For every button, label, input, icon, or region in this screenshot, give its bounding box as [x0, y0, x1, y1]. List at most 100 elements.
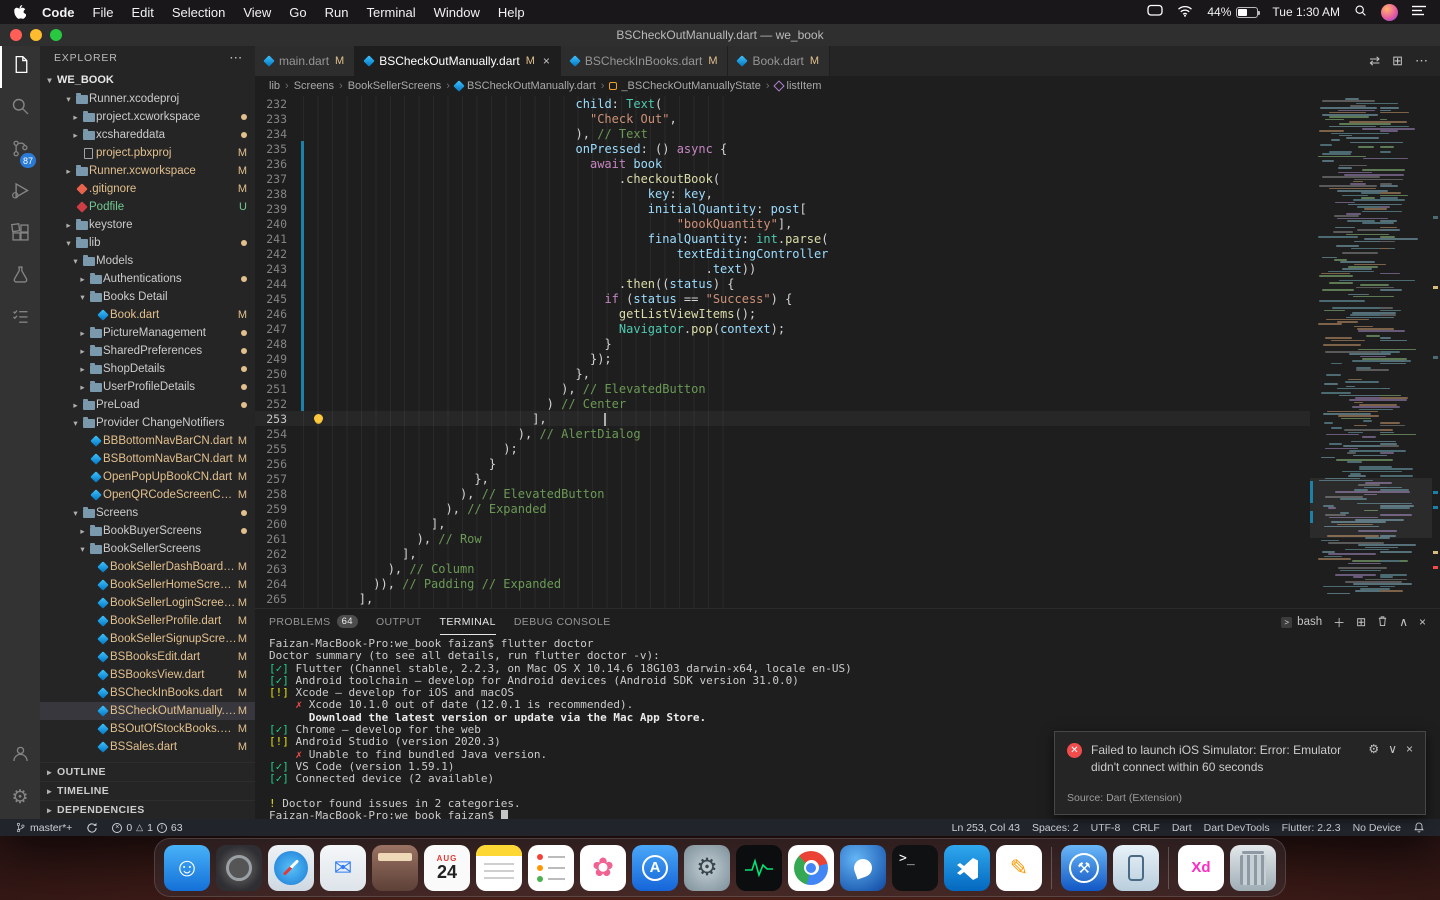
panel-tab-debug-console[interactable]: DEBUG CONSOLE	[514, 609, 611, 635]
tree-item[interactable]: ▾ Models	[40, 252, 255, 270]
explorer-more-actions-icon[interactable]: ⋯	[229, 50, 243, 66]
activity-bar-checklist[interactable]	[0, 298, 40, 340]
code-line[interactable]: 258 ), // ElevatedButton	[255, 486, 1310, 501]
dock-item-activity-monitor[interactable]	[736, 844, 782, 891]
code-line[interactable]: 238 key: key,	[255, 186, 1310, 201]
code-line[interactable]: 261 ), // Row	[255, 531, 1310, 546]
dock-item-finder[interactable]: ☺	[164, 844, 210, 891]
maximize-panel-icon[interactable]: ∧	[1399, 615, 1408, 629]
tree-item[interactable]: BBBottomNavBarCN.dart M	[40, 432, 255, 450]
tree-item[interactable]: Book.dart M	[40, 306, 255, 324]
dock-item-launchpad[interactable]	[216, 844, 262, 891]
dock-item-system-preferences[interactable]: ⚙	[684, 844, 730, 891]
code-line[interactable]: 236 await book	[255, 156, 1310, 171]
terminal-shell-selector[interactable]: > bash	[1281, 616, 1322, 628]
tree-item[interactable]: BookSellerDashBoard.dart M	[40, 558, 255, 576]
tab-BSCheckOutManually.dart[interactable]: BSCheckOutManually.dart M ×	[355, 46, 561, 76]
notifications-bell-icon[interactable]	[1408, 821, 1430, 834]
tree-item[interactable]: ▸ Authentications	[40, 270, 255, 288]
code-line[interactable]: 250 },	[255, 366, 1310, 381]
tree-item[interactable]: .gitignore M	[40, 180, 255, 198]
tree-item[interactable]: ▸ UserProfileDetails	[40, 378, 255, 396]
code-line[interactable]: 233 "Check Out",	[255, 111, 1310, 126]
tree-item[interactable]: ▾ Screens	[40, 504, 255, 522]
panel-tab-output[interactable]: OUTPUT	[376, 609, 422, 635]
spotlight-icon[interactable]	[1354, 4, 1367, 20]
activity-bar-accounts[interactable]	[0, 735, 40, 777]
status-cursor-position[interactable]: Ln 253, Col 43	[947, 822, 1025, 834]
status-eol[interactable]: CRLF	[1127, 822, 1164, 834]
activity-bar-testing[interactable]	[0, 256, 40, 298]
status-dart-devtools[interactable]: Dart DevTools	[1199, 822, 1275, 834]
dock-item-app-store[interactable]: A	[632, 844, 678, 891]
menubar-item-window[interactable]: Window	[434, 5, 480, 20]
code-lines[interactable]: 232 child: Text(233 "Check Out", 234 ), /…	[255, 96, 1310, 608]
code-line[interactable]: 242 textEditingController	[255, 246, 1310, 261]
kill-terminal-icon[interactable]	[1377, 615, 1388, 630]
activity-bar-search[interactable]	[0, 88, 40, 130]
tab-Book.dart[interactable]: Book.dart M	[728, 46, 831, 76]
activity-bar-extensions[interactable]	[0, 214, 40, 256]
tree-item[interactable]: ▸ project.xcworkspace	[40, 108, 255, 126]
tree-item[interactable]: ▾ lib	[40, 234, 255, 252]
menubar-clock[interactable]: Tue 1:30 AM	[1272, 5, 1340, 19]
tree-item[interactable]: BSCheckInBooks.dart M	[40, 684, 255, 702]
panel-tab-problems[interactable]: PROBLEMS 64	[269, 609, 358, 635]
code-line[interactable]: 262 ],	[255, 546, 1310, 561]
tree-item[interactable]: ▸ PreLoad	[40, 396, 255, 414]
breadcrumb-item[interactable]: BSCheckOutManually.dart	[453, 80, 596, 92]
tree-item[interactable]: ▸ ShopDetails	[40, 360, 255, 378]
code-line[interactable]: 232 child: Text(	[255, 96, 1310, 111]
sidebar-section-outline[interactable]: ▸ OUTLINE	[40, 762, 255, 781]
dock-item-mail[interactable]: ✉	[320, 844, 366, 891]
activity-bar-explorer[interactable]	[0, 46, 40, 88]
menubar-item-help[interactable]: Help	[498, 5, 525, 20]
dock-item-terminal[interactable]: >_	[892, 844, 938, 891]
git-branch-indicator[interactable]: master*+	[10, 821, 77, 834]
close-panel-icon[interactable]: ×	[1419, 615, 1426, 629]
code-line[interactable]: 246 getListViewItems();	[255, 306, 1310, 321]
menubar-item-go[interactable]: Go	[289, 5, 306, 20]
code-line[interactable]: 239 initialQuantity: post[	[255, 201, 1310, 216]
code-line[interactable]: 256 }	[255, 456, 1310, 471]
more-actions-icon[interactable]: ⋯	[1415, 53, 1428, 69]
status-language-mode[interactable]: Dart	[1167, 822, 1197, 834]
code-line[interactable]: 241 finalQuantity: int.parse(	[255, 231, 1310, 246]
menubar-item-code[interactable]: Code	[42, 5, 75, 20]
status-flutter-version[interactable]: Flutter: 2.2.3	[1277, 822, 1346, 834]
breadcrumb-item[interactable]: Screens	[294, 80, 334, 92]
dock-item-chrome[interactable]	[788, 844, 834, 891]
sync-changes-button[interactable]	[81, 822, 103, 834]
notification-chevron-down-icon[interactable]: ∨	[1388, 742, 1397, 756]
code-line[interactable]: 254 ), // AlertDialog	[255, 426, 1310, 441]
menubar-item-file[interactable]: File	[93, 5, 114, 20]
apple-menu-icon[interactable]	[14, 5, 26, 19]
dock-item-pages[interactable]: ✎	[996, 844, 1042, 891]
code-line[interactable]: 235 onPressed: () async {	[255, 141, 1310, 156]
tab-main.dart[interactable]: main.dart M	[255, 46, 356, 76]
status-encoding[interactable]: UTF-8	[1086, 822, 1126, 834]
activity-bar-source-control[interactable]: 87	[0, 130, 40, 172]
control-center-icon[interactable]	[1412, 5, 1426, 19]
dock-item-adobe-xd[interactable]: Xd	[1178, 844, 1224, 891]
window-title-bar[interactable]: BSCheckOutManually.dart — we_book	[0, 24, 1440, 46]
tree-item[interactable]: BSBottomNavBarCN.dart M	[40, 450, 255, 468]
code-line[interactable]: 240 "bookQuantity"],	[255, 216, 1310, 231]
tree-item[interactable]: ▸ xcshareddata	[40, 126, 255, 144]
minimap[interactable]	[1310, 96, 1432, 608]
dock-item-xcode[interactable]: ⚒	[1061, 844, 1107, 891]
menubar-item-terminal[interactable]: Terminal	[367, 5, 416, 20]
panel-tab-terminal[interactable]: TERMINAL	[439, 609, 496, 635]
breadcrumb-item[interactable]: lib	[269, 80, 280, 92]
code-line[interactable]: 265 ],	[255, 591, 1310, 606]
code-line[interactable]: 234 ), // Text	[255, 126, 1310, 141]
breadcrumb-item[interactable]: BookSellerScreens	[348, 80, 442, 92]
tab-BSCheckInBooks.dart[interactable]: BSCheckInBooks.dart M	[560, 46, 729, 76]
user-avatar[interactable]	[1381, 3, 1398, 21]
code-line[interactable]: 249 });	[255, 351, 1310, 366]
code-line[interactable]: 252 ) // Center	[255, 396, 1310, 411]
dock-item-safari[interactable]	[268, 844, 314, 891]
tree-item[interactable]: OpenPopUpBookCN.dart M	[40, 468, 255, 486]
tree-item[interactable]: ▾ Books Detail	[40, 288, 255, 306]
code-line[interactable]: 243 .text))	[255, 261, 1310, 276]
